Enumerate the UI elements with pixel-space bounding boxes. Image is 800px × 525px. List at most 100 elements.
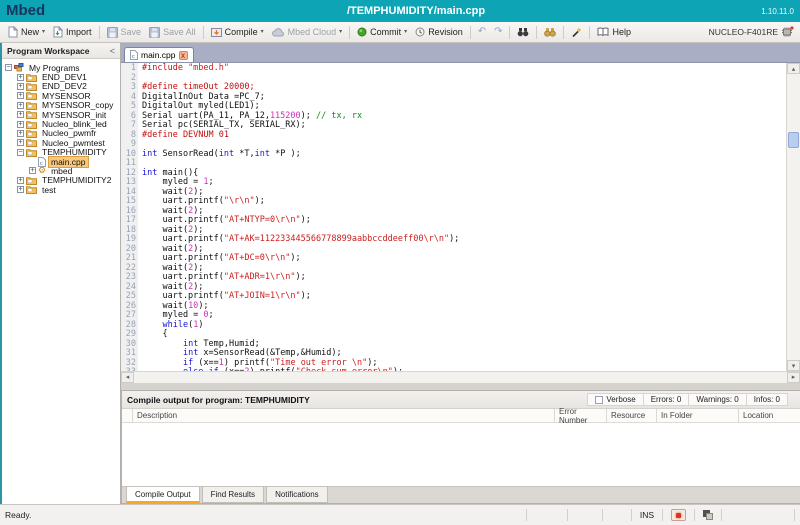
tree-item-test[interactable]: +test xyxy=(2,185,120,194)
editor-vertical-scrollbar[interactable]: ▴ ▾ xyxy=(786,63,800,371)
verbose-option[interactable]: Verbose xyxy=(587,393,643,406)
chevron-down-icon[interactable]: ▾ xyxy=(261,29,264,35)
tab-find-results[interactable]: Find Results xyxy=(202,487,264,503)
code-line: uart.printf("AT+AK=112233445566778899aab… xyxy=(142,235,800,245)
expand-icon[interactable]: + xyxy=(17,121,24,128)
scroll-down-icon[interactable]: ▾ xyxy=(787,360,800,371)
device-selector[interactable]: NUCLEO-F401RE xyxy=(709,26,796,38)
scroll-left-icon[interactable]: ◂ xyxy=(121,372,134,383)
redo-button[interactable]: ↷ xyxy=(490,25,506,39)
tab-notifications[interactable]: Notifications xyxy=(266,487,328,503)
toolbar-separator xyxy=(349,26,350,39)
scroll-right-icon[interactable]: ▸ xyxy=(787,372,800,383)
column-header-resource[interactable]: Resource xyxy=(606,409,656,422)
new-button[interactable]: New ▾ xyxy=(4,24,49,40)
infos-count: Infos: 0 xyxy=(747,393,788,406)
verbose-checkbox[interactable] xyxy=(595,396,603,404)
column-header-description[interactable]: Description xyxy=(132,409,554,422)
expand-icon[interactable]: + xyxy=(17,74,24,81)
folder-icon xyxy=(26,120,37,129)
undo-button[interactable]: ↶ xyxy=(474,25,490,39)
compile-output-panel: Compile output for program: TEMPHUMIDITY… xyxy=(121,390,800,504)
redo-icon: ↷ xyxy=(494,27,502,37)
cloud-icon xyxy=(272,28,285,37)
commit-button[interactable]: Commit ▾ xyxy=(353,25,411,39)
editor-tab-bar: c main.cpp x xyxy=(121,43,800,63)
scroll-up-icon[interactable]: ▴ xyxy=(787,63,800,74)
panel-splitter[interactable] xyxy=(121,383,800,390)
expand-icon[interactable]: + xyxy=(17,111,24,118)
sidebar-header: Program Workspace < xyxy=(2,43,120,59)
folder-icon xyxy=(26,91,37,100)
collapse-sidebar-icon[interactable]: < xyxy=(110,46,115,56)
folder-icon xyxy=(26,82,37,91)
version-label: 1.10.11.0 xyxy=(761,7,794,16)
revision-button-label: Revision xyxy=(428,27,463,37)
mcu-chip-icon xyxy=(781,26,794,38)
workspace-icon xyxy=(14,63,24,72)
code-line: Serial pc(SERIAL_TX, SERIAL_RX); xyxy=(142,121,800,131)
svg-text:c: c xyxy=(132,54,135,60)
code-line: myled = 0; xyxy=(142,311,800,321)
save-all-button[interactable]: Save All xyxy=(145,25,200,40)
insert-mode-indicator: INS xyxy=(631,509,662,521)
vertical-scrollbar-thumb[interactable] xyxy=(788,132,799,148)
revision-button[interactable]: Revision xyxy=(411,25,467,39)
tree-item-temphumidity2[interactable]: +TEMPHUMIDITY2 xyxy=(2,176,120,185)
code-line: myled = 1; xyxy=(142,178,800,188)
code-editor[interactable]: 1234567891011121314151617181920212223242… xyxy=(121,63,800,371)
expand-icon[interactable]: + xyxy=(17,130,24,137)
tab-compile-output[interactable]: Compile Output xyxy=(126,487,200,503)
folder-icon xyxy=(26,110,37,119)
code-line: #define DEVNUM 01 xyxy=(142,131,800,141)
find-in-files-button[interactable] xyxy=(540,25,560,39)
compile-icon xyxy=(211,27,222,38)
compile-button[interactable]: Compile ▾ xyxy=(207,25,268,40)
mbed-cloud-button[interactable]: Mbed Cloud ▾ xyxy=(268,25,347,39)
code-line: int SensorRead(int *T,int *P ); xyxy=(142,150,800,160)
new-file-icon xyxy=(8,26,18,38)
tab-main-cpp[interactable]: c main.cpp x xyxy=(124,47,194,62)
save-button[interactable]: Save xyxy=(103,25,146,40)
save-all-button-label: Save All xyxy=(163,27,196,37)
expand-icon[interactable]: + xyxy=(17,139,24,146)
toolbar-separator xyxy=(563,26,564,39)
record-indicator-icon xyxy=(671,509,686,521)
warnings-count: Warnings: 0 xyxy=(689,393,746,406)
chevron-down-icon[interactable]: ▾ xyxy=(404,29,407,35)
code-line: int main(){ xyxy=(142,169,800,179)
layout-toggle-cell[interactable] xyxy=(694,509,721,521)
expand-icon[interactable]: + xyxy=(17,186,24,193)
expand-icon[interactable]: + xyxy=(17,177,24,184)
compile-table-header: DescriptionError NumberResourceIn Folder… xyxy=(122,409,800,423)
binoculars-find-icon xyxy=(517,27,529,37)
undo-icon: ↶ xyxy=(478,27,486,37)
column-header-location[interactable]: Location xyxy=(738,409,800,422)
expand-icon[interactable]: + xyxy=(17,83,24,90)
magic-wand-icon xyxy=(571,27,582,38)
collapse-icon[interactable]: − xyxy=(17,149,24,156)
chevron-down-icon[interactable]: ▾ xyxy=(42,29,45,35)
find-button[interactable] xyxy=(513,25,533,39)
expand-icon[interactable]: + xyxy=(29,167,36,174)
horizontal-scrollbar-track[interactable] xyxy=(134,372,787,383)
commit-button-label: Commit xyxy=(370,27,401,37)
format-code-button[interactable] xyxy=(567,25,586,40)
mbed-cloud-button-label: Mbed Cloud xyxy=(288,27,337,37)
import-button[interactable]: Import xyxy=(49,24,96,40)
cpp-file-icon: c xyxy=(130,50,138,60)
expand-icon[interactable]: + xyxy=(17,102,24,109)
close-tab-icon[interactable]: x xyxy=(179,51,188,60)
new-button-label: New xyxy=(21,27,39,37)
column-header-error-number[interactable]: Error Number xyxy=(554,409,606,422)
editor-horizontal-scrollbar[interactable]: ◂ ▸ xyxy=(121,371,800,383)
code-lines[interactable]: #include "mbed.h" #define timeOut 20000;… xyxy=(138,63,800,371)
device-name-label: NUCLEO-F401RE xyxy=(709,27,778,37)
toolbar-separator xyxy=(589,26,590,39)
collapse-icon[interactable]: − xyxy=(5,64,12,71)
compile-panel-header: Compile output for program: TEMPHUMIDITY… xyxy=(122,391,800,409)
save-all-icon xyxy=(149,27,160,38)
column-header-in-folder[interactable]: In Folder xyxy=(656,409,738,422)
help-button[interactable]: Help xyxy=(593,25,635,39)
expand-icon[interactable]: + xyxy=(17,92,24,99)
